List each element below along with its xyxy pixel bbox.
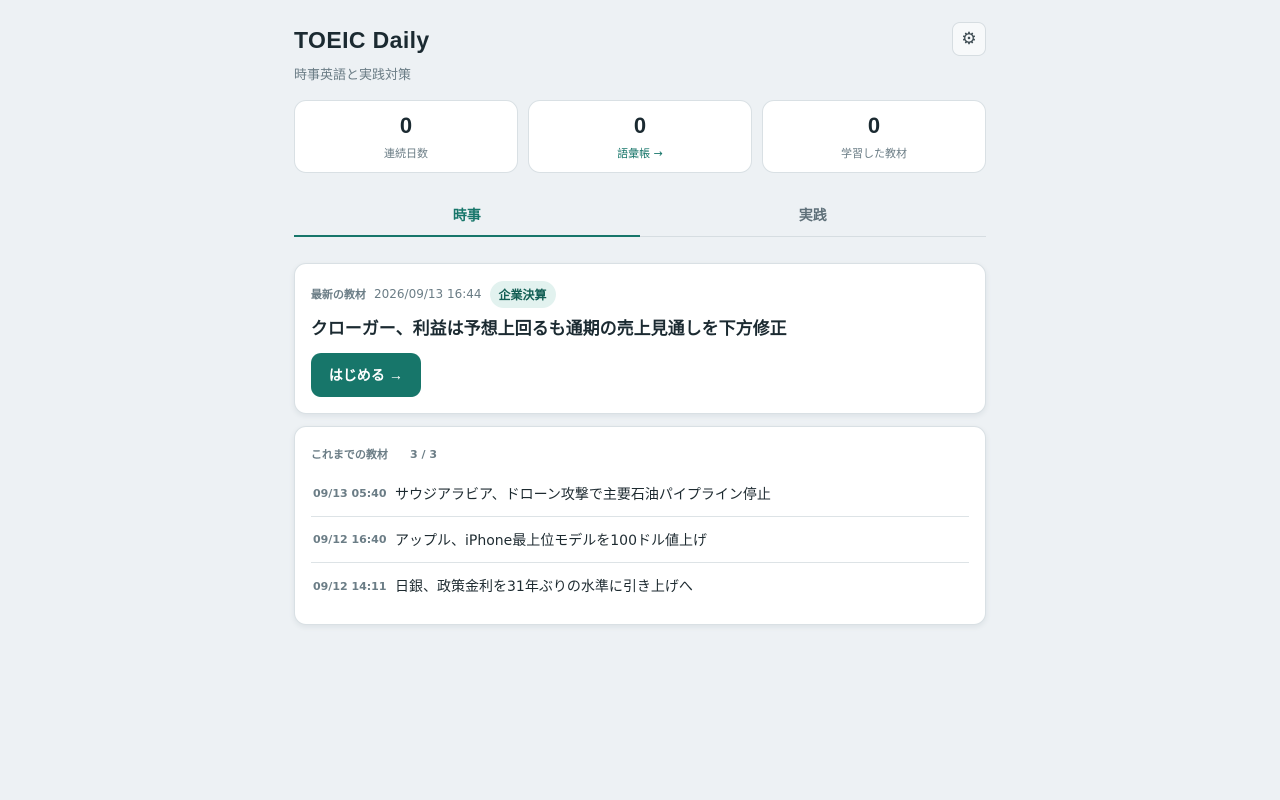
item-title: アップル、iPhone最上位モデルを100ドル値上げ [395, 532, 707, 549]
history-header: これまでの教材 3 / 3 [311, 446, 437, 462]
stat-card-vocabulary[interactable]: 0 語彙帳 → [528, 100, 752, 173]
tab-bar: 時事 実践 [294, 192, 986, 237]
latest-label: 最新の教材 [311, 288, 366, 301]
list-item[interactable]: 09/13 05:40 サウジアラビア、ドローン攻撃で主要石油パイプライン停止 [311, 471, 969, 517]
gear-icon: ⚙ [961, 29, 977, 48]
stat-value: 0 [633, 113, 647, 138]
stat-value: 0 [867, 113, 881, 138]
history-list: 09/13 05:40 サウジアラビア、ドローン攻撃で主要石油パイプライン停止 … [311, 471, 969, 609]
latest-title: クローガー、利益は予想上回るも通期の売上見通しを下方修正 [311, 319, 787, 339]
vocabulary-link[interactable]: 語彙帳 → [529, 145, 751, 161]
item-date: 09/13 05:40 [313, 487, 387, 500]
category-badge: 企業決算 [489, 280, 556, 308]
history-label: これまでの教材 [311, 448, 388, 461]
stat-card-studied: 0 学習した教材 [762, 100, 986, 173]
latest-meta: 最新の教材 2026/09/13 16:44 企業決算 [311, 280, 556, 308]
item-title: サウジアラビア、ドローン攻撃で主要石油パイプライン停止 [395, 486, 771, 503]
stat-value: 0 [399, 113, 413, 138]
tab-practice[interactable]: 実践 [640, 192, 986, 236]
app-title: TOEIC Daily [294, 27, 430, 53]
latest-date: 2026/09/13 16:44 [374, 287, 482, 301]
list-item[interactable]: 09/12 14:11 日銀、政策金利を31年ぶりの水準に引き上げへ [311, 563, 969, 609]
stat-label: 連続日数 [384, 147, 428, 160]
history-count: 3 / 3 [410, 447, 437, 461]
stats-row: 0 連続日数 0 語彙帳 → 0 学習した教材 [294, 100, 986, 173]
app-container: TOEIC Daily 時事英語と実践対策 ⚙ 0 連続日数 0 語彙帳 → 0… [294, 0, 986, 625]
history-card: これまでの教材 3 / 3 09/13 05:40 サウジアラビア、ドローン攻撃… [294, 426, 986, 625]
tab-news[interactable]: 時事 [294, 192, 640, 237]
item-date: 09/12 14:11 [313, 579, 387, 593]
item-date: 09/12 16:40 [313, 533, 387, 546]
stat-label: 学習した教材 [841, 147, 907, 160]
list-item[interactable]: 09/12 16:40 アップル、iPhone最上位モデルを100ドル値上げ [311, 517, 969, 563]
settings-button[interactable]: ⚙ [952, 22, 986, 56]
app-subtitle: 時事英語と実践対策 [294, 68, 412, 83]
header: TOEIC Daily 時事英語と実践対策 ⚙ [294, 0, 986, 100]
stat-card-streak: 0 連続日数 [294, 100, 518, 173]
latest-material-card: 最新の教材 2026/09/13 16:44 企業決算 クローガー、利益は予想上… [294, 263, 986, 414]
item-title: 日銀、政策金利を31年ぶりの水準に引き上げへ [395, 579, 693, 595]
start-button[interactable]: はじめる → [311, 353, 421, 397]
